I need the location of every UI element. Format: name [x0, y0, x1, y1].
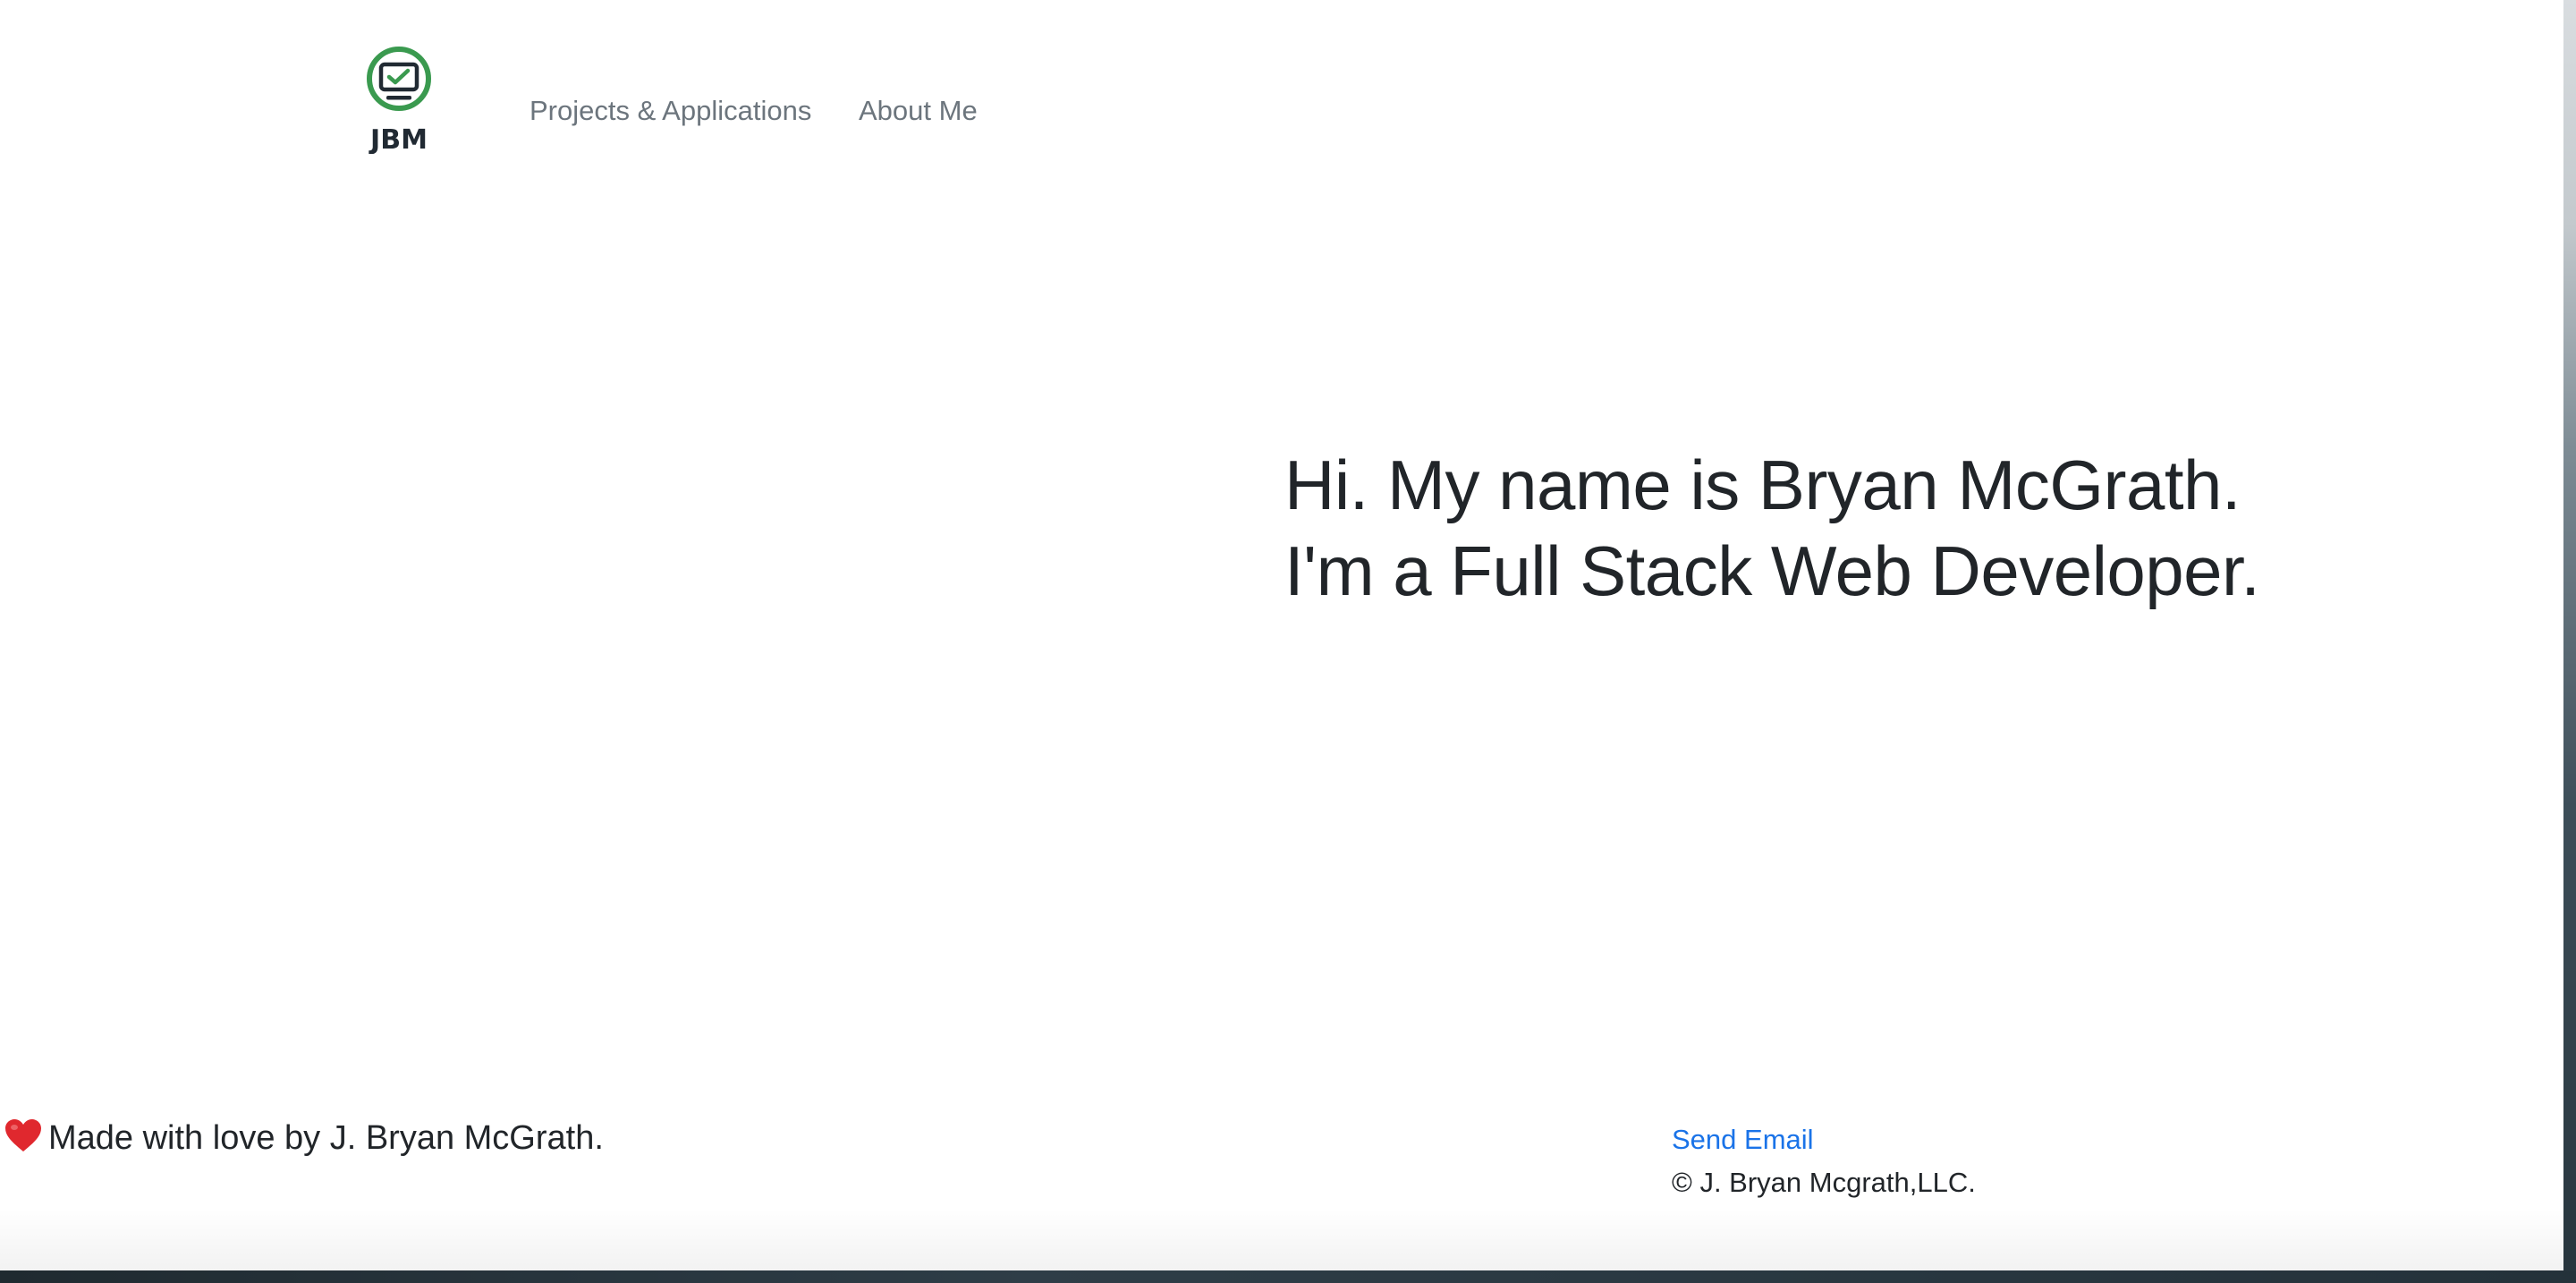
footer-credit-text: Made with love by J. Bryan McGrath. [48, 1119, 604, 1157]
brand-text: JBM [369, 124, 428, 154]
desktop-background-bottom [0, 1270, 2576, 1283]
send-email-link[interactable]: Send Email [1672, 1122, 1814, 1158]
navbar: JBM Projects & Applications About Me [0, 0, 2563, 161]
footer-credit: Made with love by J. Bryan McGrath. [4, 1117, 604, 1160]
browser-viewport: JBM Projects & Applications About Me Hi.… [0, 0, 2563, 1270]
heart-icon [5, 1119, 41, 1151]
brand-logo[interactable]: JBM [361, 47, 436, 156]
page-bottom-shadow [0, 1208, 2563, 1270]
copyright-text: © J. Bryan Mcgrath,LLC. [1672, 1167, 1976, 1198]
hero-line-1: Hi. My name is Bryan McGrath. [1284, 446, 2241, 524]
hero-heading: Hi. My name is Bryan McGrath. I'm a Full… [1284, 442, 2537, 614]
nav-link-projects[interactable]: Projects & Applications [530, 93, 811, 129]
nav-link-about[interactable]: About Me [859, 93, 978, 129]
desktop-background-right [2563, 0, 2576, 1283]
hero-line-2: I'm a Full Stack Web Developer. [1284, 531, 2260, 610]
monitor-check-icon: JBM [367, 47, 431, 156]
